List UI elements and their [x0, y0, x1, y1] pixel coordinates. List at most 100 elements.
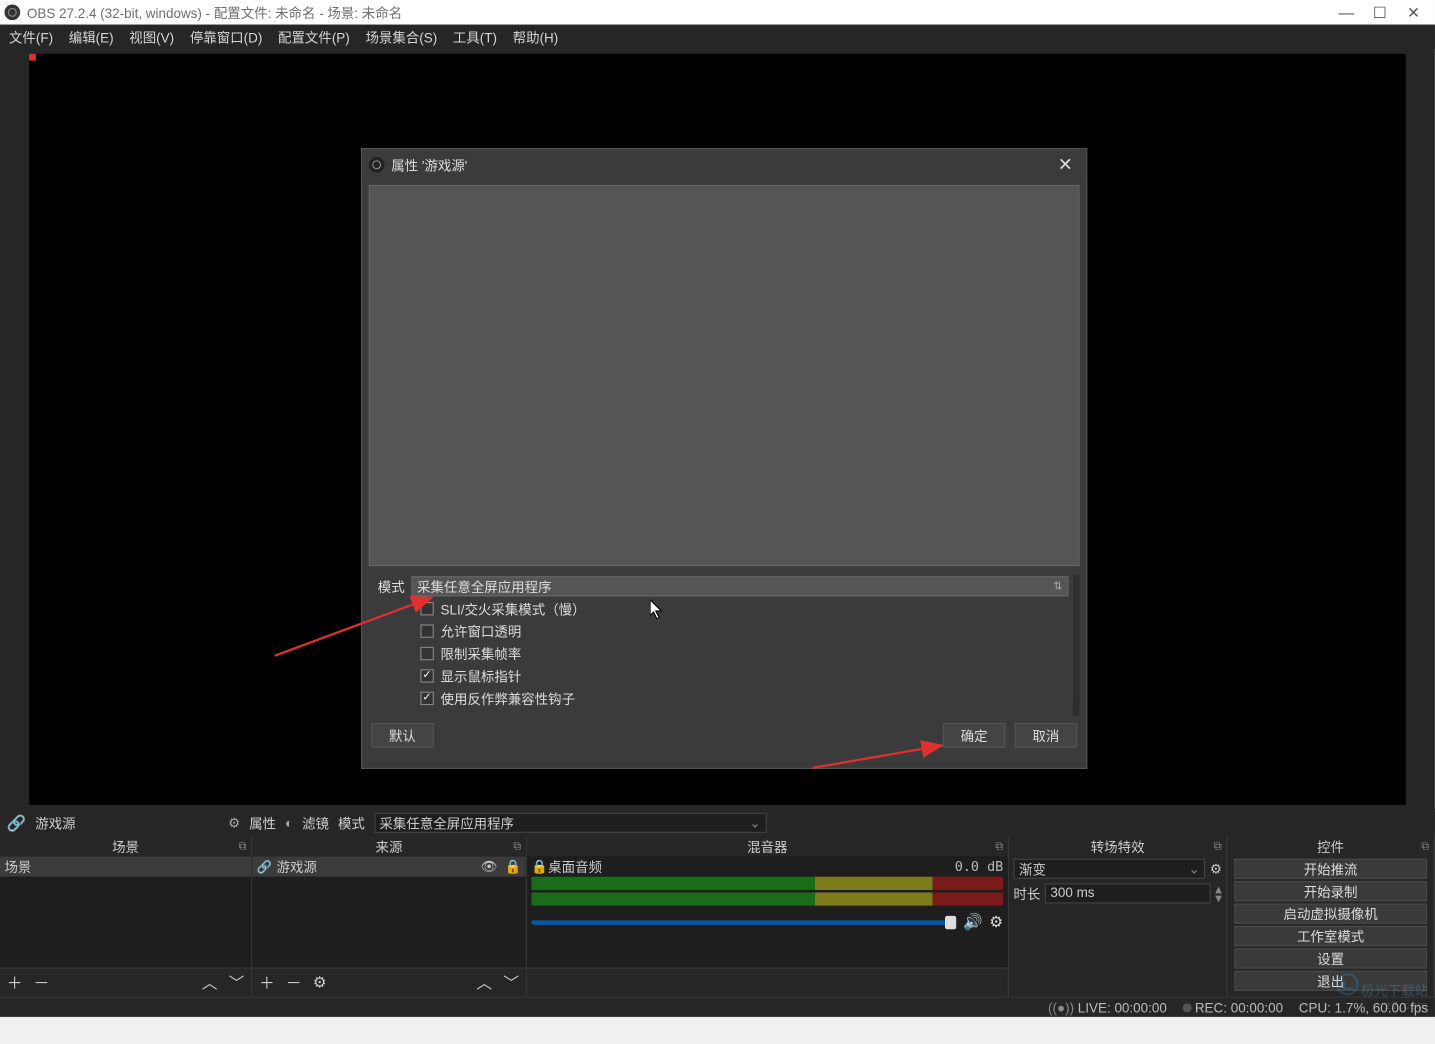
controls-title: 控件 [1317, 837, 1344, 856]
popout-icon[interactable]: ⧉ [1421, 840, 1429, 852]
add-source-button[interactable]: ＋ [259, 971, 275, 993]
menu-tools[interactable]: 工具(T) [453, 27, 497, 46]
menu-file[interactable]: 文件(F) [9, 27, 53, 46]
menu-profile[interactable]: 配置文件(P) [278, 27, 350, 46]
gear-icon[interactable]: ⚙ [228, 815, 240, 831]
context-source-name: 游戏源 [35, 813, 75, 832]
close-button[interactable]: ✕ [1397, 0, 1431, 25]
mixer-title: 混音器 [747, 837, 787, 856]
minimize-button[interactable]: — [1330, 0, 1364, 25]
menu-edit[interactable]: 编辑(E) [69, 27, 114, 46]
start-virtual-camera-button[interactable]: 启动虚拟摄像机 [1234, 904, 1427, 924]
defaults-button[interactable]: 默认 [371, 723, 434, 748]
obs-icon [369, 157, 385, 173]
duration-label: 时长 [1013, 884, 1040, 903]
transitions-title: 转场特效 [1091, 837, 1145, 856]
popout-icon[interactable]: ⧉ [239, 840, 247, 852]
remove-scene-button[interactable]: － [34, 971, 50, 993]
mode-value: 采集任意全屏应用程序 [417, 577, 552, 596]
dialog-close-button[interactable]: ✕ [1051, 154, 1079, 176]
dialog-title: 属性 '游戏源' [391, 155, 467, 174]
checkbox-label: 限制采集帧率 [441, 644, 522, 663]
source-row[interactable]: 🔗 游戏源 👁 🔒 [252, 856, 526, 876]
volume-slider[interactable] [531, 920, 956, 924]
remove-source-button[interactable]: － [286, 971, 302, 993]
transition-type: 渐变 [1019, 859, 1046, 878]
exit-button[interactable]: 退出 [1234, 971, 1427, 991]
source-settings-button[interactable]: ⚙ [313, 973, 327, 992]
context-mode-label: 模式 [338, 813, 365, 832]
speaker-icon[interactable]: 🔊 [963, 912, 983, 931]
popout-icon[interactable]: ⧉ [513, 840, 521, 852]
volume-meter [531, 892, 1003, 905]
status-rec: REC: 00:00:00 [1195, 999, 1283, 1015]
popout-icon[interactable]: ⧉ [1214, 840, 1222, 852]
obs-icon [4, 4, 20, 20]
checkbox-label: 允许窗口透明 [441, 622, 522, 641]
transitions-dock: 转场特效 ⧉ 渐变 ⌄ ⚙ 时长 300 ms ▴▾ [1009, 836, 1228, 996]
window-titlebar: OBS 27.2.4 (32-bit, windows) - 配置文件: 未命名… [0, 0, 1435, 25]
checkbox-label: 显示鼠标指针 [441, 666, 522, 685]
source-down-button[interactable]: ﹀ [503, 971, 519, 993]
gear-icon[interactable]: ⚙ [989, 912, 1003, 931]
context-mode-value: 采集任意全屏应用程序 [379, 813, 514, 832]
mixer-track: 🔒桌面音频 0.0 dB 🔊 ⚙ [527, 856, 1008, 933]
chevron-down-icon: ⌄ [1188, 861, 1199, 877]
sources-dock: 来源 ⧉ 🔗 游戏源 👁 🔒 ＋ － ⚙ ︿ ﹀ [252, 836, 527, 996]
source-context-bar: 🔗 游戏源 ⚙ 属性 ◐ 滤镜 模式 采集任意全屏应用程序 ⌄ [0, 809, 1435, 836]
popout-icon[interactable]: ⧉ [995, 840, 1003, 852]
source-up-button[interactable]: ︿ [476, 971, 492, 993]
context-properties-label[interactable]: 属性 [249, 813, 276, 832]
dialog-preview [369, 185, 1080, 566]
maximize-button[interactable]: ☐ [1363, 0, 1397, 25]
properties-dialog: 属性 '游戏源' ✕ 模式 采集任意全屏应用程序 ⇅ SLI/交火采集模式（慢）… [362, 149, 1086, 768]
menu-view[interactable]: 视图(V) [129, 27, 174, 46]
start-recording-button[interactable]: 开始录制 [1234, 881, 1427, 901]
mixer-dock: 混音器 ⧉ 🔒桌面音频 0.0 dB 🔊 ⚙ [527, 836, 1009, 996]
menu-help[interactable]: 帮助(H) [513, 27, 559, 46]
status-cpu: CPU: 1.7%, 60.00 fps [1299, 999, 1428, 1015]
selection-handle[interactable] [29, 54, 36, 61]
lock-toggle[interactable]: 🔒 [505, 859, 522, 875]
context-filters-label[interactable]: 滤镜 [302, 813, 329, 832]
broadcast-icon: ((●)) [1048, 999, 1074, 1015]
game-capture-icon: 🔗 [257, 859, 272, 874]
duration-input[interactable]: 300 ms [1045, 883, 1211, 903]
start-streaming-button[interactable]: 开始推流 [1234, 859, 1427, 879]
filters-icon[interactable]: ◐ [285, 815, 293, 831]
studio-mode-button[interactable]: 工作室模式 [1234, 926, 1427, 946]
checkbox-cursor[interactable]: 显示鼠标指针 [369, 665, 1080, 687]
scene-down-button[interactable]: ﹀ [229, 971, 245, 993]
scene-up-button[interactable]: ︿ [202, 971, 218, 993]
transition-type-select[interactable]: 渐变 ⌄ [1013, 859, 1205, 879]
checkbox-transparent[interactable]: 允许窗口透明 [369, 620, 1080, 642]
checkbox-limit-fps[interactable]: 限制采集帧率 [369, 642, 1080, 664]
track-name: 桌面音频 [548, 857, 602, 876]
chevron-down-icon: ⌄ [749, 815, 760, 831]
controls-dock: 控件 ⧉ 开始推流 开始录制 启动虚拟摄像机 工作室模式 设置 退出 [1227, 836, 1434, 996]
checkbox-label: 使用反作弊兼容性钩子 [441, 689, 576, 708]
lock-icon[interactable]: 🔒 [531, 859, 548, 875]
add-scene-button[interactable]: ＋ [7, 971, 23, 993]
visibility-toggle[interactable]: 👁 [481, 859, 498, 875]
checkbox-sli[interactable]: SLI/交火采集模式（慢） [369, 597, 1080, 619]
spinner-icon[interactable]: ▴▾ [1215, 884, 1222, 902]
cancel-button[interactable]: 取消 [1015, 723, 1078, 748]
sources-title: 来源 [376, 837, 403, 856]
mode-select[interactable]: 采集任意全屏应用程序 ⇅ [411, 576, 1068, 596]
track-db: 0.0 dB [955, 859, 1004, 875]
scene-name: 场景 [4, 857, 31, 876]
ok-button[interactable]: 确定 [943, 723, 1006, 748]
context-mode-select[interactable]: 采集任意全屏应用程序 ⌄ [374, 813, 766, 833]
menu-docks[interactable]: 停靠窗口(D) [190, 27, 262, 46]
status-live: LIVE: 00:00:00 [1078, 999, 1167, 1015]
checkbox-anticheat[interactable]: 使用反作弊兼容性钩子 [369, 687, 1080, 709]
mode-label: 模式 [369, 577, 412, 596]
checkbox-label: SLI/交火采集模式（慢） [441, 599, 586, 618]
scene-row[interactable]: 场景 [0, 856, 251, 876]
rec-dot-icon [1183, 1003, 1192, 1012]
menu-scene-collection[interactable]: 场景集合(S) [365, 27, 437, 46]
window-title: OBS 27.2.4 (32-bit, windows) - 配置文件: 未命名… [27, 3, 402, 22]
gear-icon[interactable]: ⚙ [1210, 861, 1222, 877]
settings-button[interactable]: 设置 [1234, 948, 1427, 968]
